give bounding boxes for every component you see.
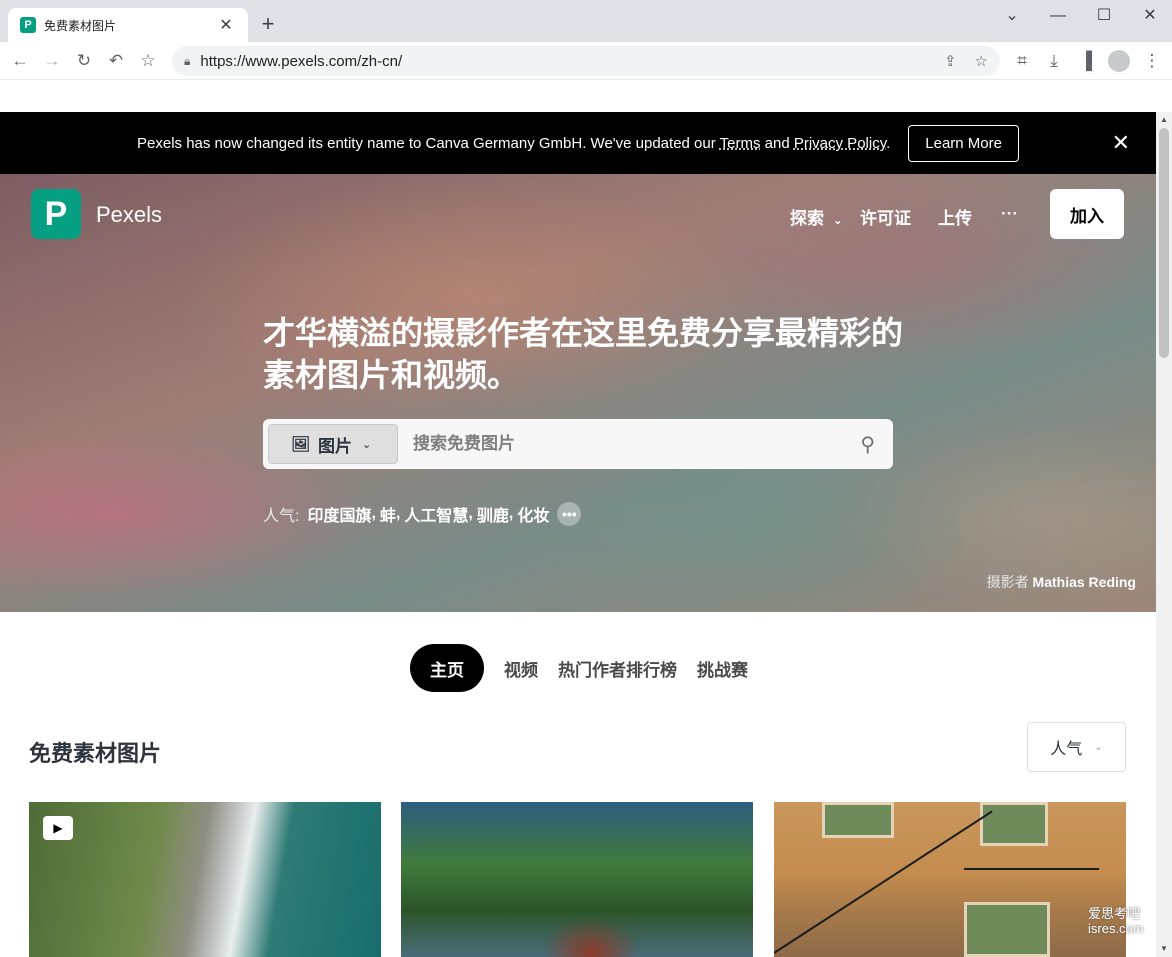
chevron-down-icon: ⌄ — [362, 438, 372, 451]
watermark-line: 爱思考吧 — [1088, 906, 1141, 921]
pexels-logo-icon[interactable]: P — [31, 189, 81, 239]
popular-tag[interactable]: 化妆 — [517, 502, 549, 526]
banner-message: Pexels has now changed its entity name t… — [137, 134, 720, 152]
side-panel-icon[interactable]: ▐ — [1074, 50, 1098, 72]
chevron-down-icon: ⌄ — [832, 213, 843, 227]
media-type-label: 图片 — [318, 436, 353, 456]
image-icon: 🖼︎ — [291, 436, 311, 453]
photo-window-detail — [822, 802, 894, 838]
logo-text[interactable]: Pexels — [96, 202, 162, 228]
star-icon[interactable]: ☆ — [975, 52, 988, 70]
tab-challenges[interactable]: 挑战赛 — [697, 656, 748, 681]
tag-separator: , — [371, 505, 376, 522]
chevron-down-icon: ⌄ — [1094, 741, 1103, 753]
tab-search-chevron-icon[interactable]: ⌄ — [998, 4, 1026, 28]
tab-home[interactable]: 主页 — [410, 644, 484, 692]
photo-credit[interactable]: 摄影者 Mathias Reding — [987, 572, 1136, 592]
page-scrollbar[interactable]: ▲ ▼ — [1156, 112, 1172, 957]
tag-separator: , — [468, 505, 473, 522]
photo-door-detail — [964, 902, 1050, 957]
hero-section: P Pexels 探索 ⌄ 许可证 上传 ··· 加入 才华横溢的摄影作者在这里… — [0, 174, 1156, 612]
nav-upload[interactable]: 上传 — [938, 204, 972, 229]
browser-tab-strip: P 免费素材图片 ✕ + ⌄ — ☐ ✕ — [0, 0, 1172, 42]
photo-card[interactable] — [774, 802, 1126, 957]
nav-explore[interactable]: 探索 ⌄ — [790, 204, 843, 229]
section-title: 免费素材图片 — [29, 741, 162, 766]
join-button[interactable]: 加入 — [1050, 189, 1124, 239]
tab-title: 免费素材图片 — [44, 18, 117, 33]
play-icon: ▶ — [53, 821, 63, 835]
photographer-name[interactable]: Mathias Reding — [1033, 574, 1136, 590]
terms-link[interactable]: Terms — [720, 135, 761, 152]
nav-license[interactable]: 许可证 — [860, 204, 911, 229]
popular-tag[interactable]: 印度国旗 — [307, 502, 371, 526]
popular-tag[interactable]: 蚌 — [380, 502, 396, 526]
hero-headline: 才华横溢的摄影作者在这里免费分享最精彩的素材图片和视频。 — [263, 315, 904, 393]
watermark-line: isres.com — [1088, 921, 1144, 936]
photo-window-detail — [980, 802, 1048, 846]
search-input[interactable] — [413, 424, 833, 464]
nav-explore-label: 探索 — [790, 209, 824, 228]
bookmark-star-icon[interactable]: ☆ — [136, 50, 160, 72]
lock-icon: 🔒︎ — [184, 53, 191, 68]
pexels-favicon-icon: P — [20, 17, 36, 33]
video-badge-icon: ▶ — [43, 816, 73, 840]
tab-videos[interactable]: 视频 — [504, 656, 538, 681]
more-tags-icon[interactable]: ••• — [557, 502, 582, 526]
tag-separator: , — [508, 505, 514, 522]
nav-more-icon[interactable]: ··· — [1001, 204, 1018, 224]
browser-toolbar: ← → ↻ ↶ ☆ 🔒︎ https://www.pexels.com/zh-c… — [0, 42, 1172, 80]
banner-text: Pexels has now changed its entity name t… — [137, 135, 890, 152]
tag-separator: , — [395, 505, 401, 522]
privacy-policy-link[interactable]: Privacy Policy — [794, 135, 886, 152]
browser-tab[interactable]: P 免费素材图片 ✕ — [8, 8, 248, 42]
download-icon[interactable]: ⤓ — [1042, 50, 1066, 72]
tab-leaderboard[interactable]: 热门作者排行榜 — [558, 656, 677, 681]
maximize-icon[interactable]: ☐ — [1090, 4, 1118, 28]
profile-avatar[interactable] — [1108, 50, 1130, 72]
undo-icon[interactable]: ↶ — [104, 50, 128, 72]
sort-label: 人气 — [1050, 741, 1083, 758]
scroll-thumb[interactable] — [1159, 128, 1169, 358]
back-arrow-icon[interactable]: ← — [8, 50, 32, 72]
kebab-menu-icon[interactable]: ⋮ — [1140, 50, 1164, 72]
scroll-up-arrow-icon[interactable]: ▲ — [1156, 112, 1172, 128]
search-bar: 🖼︎ 图片 ⌄ ⚲ — [263, 419, 893, 469]
popular-searches: 人气: 印度国旗, 蚌, 人工智慧, 驯鹿, 化妆 ••• — [263, 502, 582, 526]
banner-and: and — [760, 134, 794, 152]
reload-icon[interactable]: ↻ — [72, 50, 96, 72]
page-tabs: 主页 视频 热门作者排行榜 挑战赛 — [410, 644, 768, 692]
credit-prefix: 摄影者 — [986, 574, 1033, 590]
popular-label: 人气: — [263, 508, 300, 525]
tab-close-icon[interactable]: ✕ — [216, 15, 236, 35]
photo-card[interactable] — [401, 802, 753, 957]
announcement-banner: Pexels has now changed its entity name t… — [0, 112, 1156, 174]
new-tab-button[interactable]: + — [256, 12, 280, 36]
minimize-icon[interactable]: — — [1044, 4, 1072, 28]
photo-railing-detail — [964, 868, 1099, 870]
address-bar[interactable]: 🔒︎ https://www.pexels.com/zh-cn/ ⇪ ☆ — [172, 46, 1000, 76]
media-type-select[interactable]: 🖼︎ 图片 ⌄ — [268, 424, 398, 464]
learn-more-button[interactable]: Learn More — [908, 124, 1019, 162]
crop-icon[interactable]: ⌗ — [1010, 50, 1034, 72]
window-close-icon[interactable]: ✕ — [1136, 4, 1164, 28]
share-icon[interactable]: ⇪ — [944, 52, 957, 70]
popular-tag[interactable]: 驯鹿 — [477, 502, 509, 526]
sort-select[interactable]: 人气 ⌄ — [1027, 722, 1126, 772]
photo-card[interactable]: ▶ — [29, 802, 381, 957]
search-icon[interactable]: ⚲ — [860, 432, 875, 457]
popular-tag[interactable]: 人工智慧 — [404, 502, 468, 526]
watermark: 爱思考吧 isres.com — [1088, 906, 1144, 936]
banner-period: . — [886, 134, 891, 152]
banner-close-icon[interactable]: ✕ — [1112, 130, 1130, 156]
url-text[interactable]: https://www.pexels.com/zh-cn/ — [200, 53, 926, 70]
forward-arrow-icon[interactable]: → — [40, 50, 64, 72]
scroll-down-arrow-icon[interactable]: ▼ — [1156, 941, 1172, 957]
